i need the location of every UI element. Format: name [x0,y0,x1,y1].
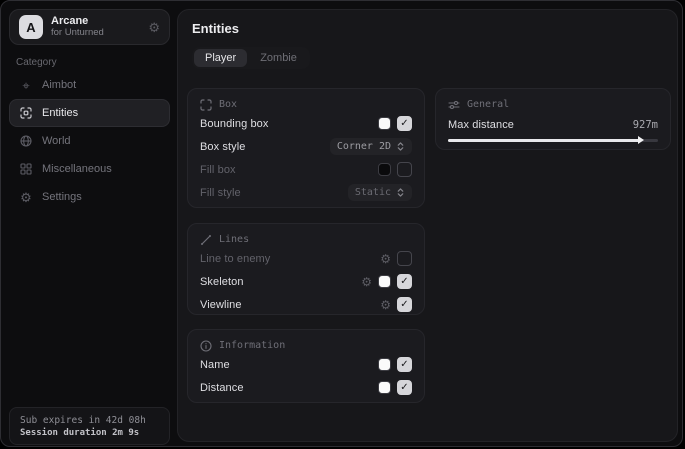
color-swatch[interactable] [378,381,391,394]
bounding-box-icon [200,99,212,111]
row-settings-gear-icon[interactable]: ⚙ [380,253,391,265]
setting-row-fill-box: Fill box [200,159,412,180]
setting-label: Line to enemy [200,253,270,265]
page-title: Entities [192,21,239,36]
grid-icon [19,163,33,175]
sidebar-item-label: Miscellaneous [42,163,112,175]
line-icon [200,234,212,246]
checkbox[interactable] [397,380,412,395]
dropdown-value: Corner 2D [337,141,391,152]
crosshair-icon: ⌖ [19,79,33,92]
app-header-card: A Arcane for Unturned ⚙ [9,9,170,45]
section-title: General [467,99,509,110]
setting-row-fill-style: Fill style Static [200,182,412,203]
category-label: Category [16,57,57,68]
max-distance-slider[interactable] [448,135,658,145]
globe-icon [19,135,33,147]
slider-fill [448,139,641,142]
box-style-dropdown[interactable]: Corner 2D [330,138,412,155]
sidebar-item-label: Aimbot [42,79,76,91]
sidebar-item-entities[interactable]: Entities [9,99,170,127]
setting-label: Bounding box [200,118,268,130]
sidebar-item-label: World [42,135,71,147]
row-settings-gear-icon[interactable]: ⚙ [380,299,391,311]
section-title: Lines [219,234,249,245]
color-swatch[interactable] [378,163,391,176]
color-swatch[interactable] [378,275,391,288]
tab-zombie[interactable]: Zombie [249,49,308,67]
lines-section-card: Lines Line to enemy ⚙ Skeleton ⚙ Viewlin… [187,223,425,315]
app-window: A Arcane for Unturned ⚙ Category ⌖ Aimbo… [0,0,683,447]
setting-row-viewline: Viewline ⚙ [200,294,412,315]
color-swatch[interactable] [378,117,391,130]
subscription-card: Sub expires in 42d 08h Session duration … [9,407,170,445]
tab-bar: Player Zombie [192,47,310,69]
main-panel: Entities Player Zombie Box Bounding box … [177,9,678,442]
setting-label: Fill box [200,164,236,176]
checkbox[interactable] [397,116,412,131]
information-section-card: Information Name Distance [187,329,425,403]
setting-label: Distance [200,382,244,394]
color-swatch[interactable] [378,358,391,371]
setting-row-bounding-box: Bounding box [200,113,412,134]
checkbox[interactable] [397,357,412,372]
general-section-card: General Max distance 927m [435,88,671,150]
checkbox[interactable] [397,274,412,289]
info-icon [200,340,212,352]
sidebar-nav: ⌖ Aimbot Entities World Miscellaneous ⚙ … [9,71,170,211]
dropdown-value: Static [355,187,391,198]
setting-row-line-to-enemy: Line to enemy ⚙ [200,248,412,269]
setting-label: Skeleton [200,276,244,288]
checkbox[interactable] [397,162,412,177]
setting-row-distance: Distance [200,377,412,398]
setting-label: Box style [200,141,246,153]
section-title: Information [219,340,285,351]
sliders-icon [448,99,460,111]
app-subtitle: for Unturned [51,28,104,39]
chevron-updown-icon [396,187,405,198]
sidebar-item-label: Entities [42,107,78,119]
setting-label: Viewline [200,299,242,311]
max-distance-value: 927m [633,119,658,131]
setting-row-skeleton: Skeleton ⚙ [200,271,412,292]
sidebar-item-settings[interactable]: ⚙ Settings [9,183,170,211]
checkbox[interactable] [397,251,412,266]
section-title: Box [219,99,237,110]
box-section-card: Box Bounding box Box style Corner 2D [187,88,425,208]
sidebar-item-miscellaneous[interactable]: Miscellaneous [9,155,170,183]
setting-row-box-style: Box style Corner 2D [200,136,412,157]
sidebar-item-world[interactable]: World [9,127,170,155]
fill-style-dropdown[interactable]: Static [348,184,412,201]
app-name: Arcane [51,15,104,28]
tab-player[interactable]: Player [194,49,247,67]
sidebar-item-aimbot[interactable]: ⌖ Aimbot [9,71,170,99]
setting-row-name: Name [200,354,412,375]
chevron-updown-icon [396,141,405,152]
setting-label: Fill style [200,187,241,199]
sub-expiry-text: Sub expires in 42d 08h [20,415,159,426]
setting-label: Name [200,359,230,371]
row-settings-gear-icon[interactable]: ⚙ [361,276,372,288]
entities-icon [19,107,33,119]
setting-row-max-distance: Max distance 927m [448,119,658,131]
settings-gear-icon[interactable]: ⚙ [148,21,160,34]
session-duration-text: Session duration 2m 9s [20,428,159,438]
sidebar-item-label: Settings [42,191,82,203]
app-logo: A [19,15,43,39]
setting-label: Max distance [448,119,514,131]
gear-icon: ⚙ [19,191,33,204]
checkbox[interactable] [397,297,412,312]
